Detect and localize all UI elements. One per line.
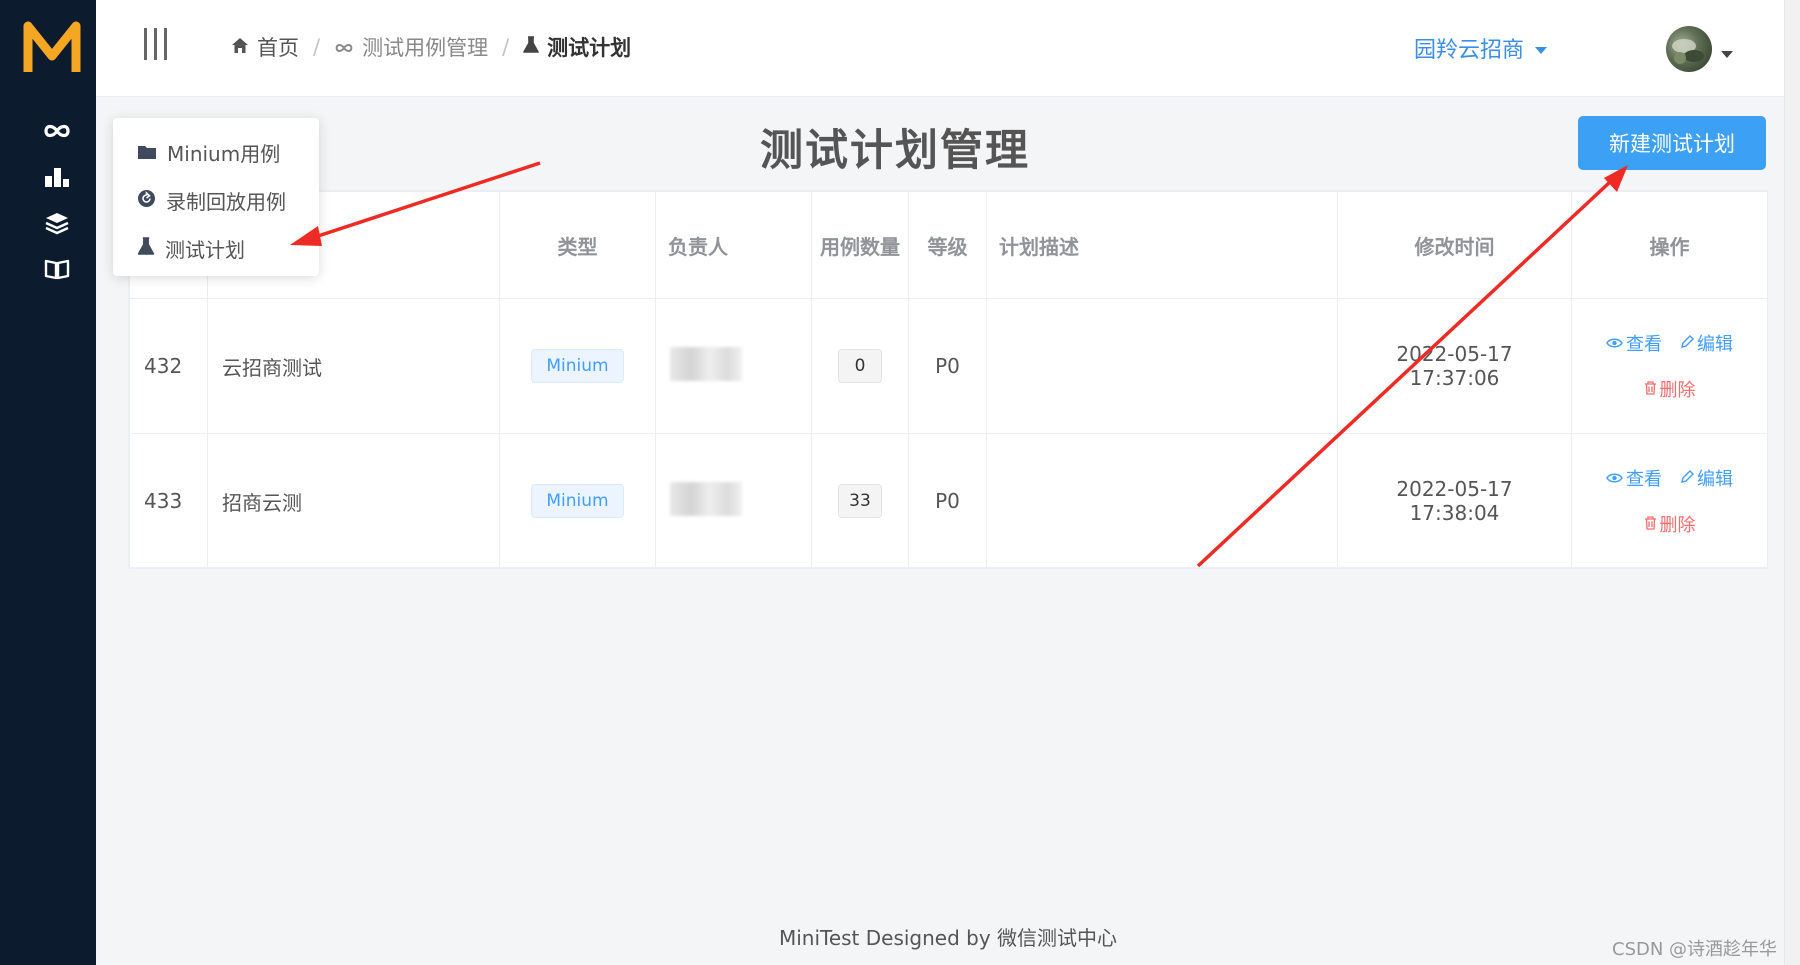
cell-modified: 2022-05-17 17:37:06: [1337, 298, 1572, 434]
sidebar-item-layers[interactable]: [40, 210, 74, 240]
new-test-plan-button[interactable]: 新建测试计划: [1578, 116, 1766, 170]
page-title: 测试计划管理: [760, 126, 1030, 176]
delete-link[interactable]: 删除: [1644, 511, 1696, 537]
col-level-header: 等级: [908, 191, 987, 299]
breadcrumb-item-case-management[interactable]: 测试用例管理: [334, 32, 488, 62]
cell-name: 招商云测: [207, 433, 500, 569]
book-icon: [44, 258, 70, 284]
cell-id: 432: [129, 298, 208, 434]
trash-icon: [1644, 379, 1657, 400]
owner-redacted: [670, 481, 742, 516]
user-name: 园羚云招商: [1414, 38, 1525, 63]
cell-description: [986, 298, 1338, 434]
breadcrumb-item-home[interactable]: 首页: [231, 32, 299, 62]
sidebar-item-infinity[interactable]: [40, 118, 74, 148]
flask-icon: [137, 236, 155, 261]
caret-down-icon: [1534, 36, 1548, 61]
bar-chart-icon: [44, 166, 70, 192]
infinity-icon: [43, 122, 71, 144]
user-dropdown[interactable]: 园羚云招商: [1414, 32, 1548, 64]
footer: MiniTest Designed by 微信测试中心: [778, 926, 1118, 950]
breadcrumb-separator: /: [313, 35, 321, 59]
cell-id: 433: [129, 433, 208, 569]
table-row: 433 招商云测 Minium 33 P0 2022-05-17 17:38:0…: [129, 433, 1768, 569]
breadcrumb: 首页 / 测试用例管理 / 测试计划: [231, 32, 631, 62]
col-count-header: 用例数量: [811, 191, 909, 299]
table-row: 432 云招商测试 Minium 0 P0 2022-05-17 17:37:0…: [129, 298, 1768, 434]
col-modified-header: 修改时间: [1337, 191, 1572, 299]
avatar[interactable]: [1666, 26, 1712, 72]
cell-level: P0: [908, 433, 987, 569]
eye-icon: [1606, 333, 1623, 354]
home-icon: [231, 35, 249, 59]
edit-link[interactable]: 编辑: [1680, 330, 1733, 356]
eye-icon: [1606, 468, 1623, 489]
case-count-tag: 0: [838, 349, 882, 383]
view-link[interactable]: 查看: [1606, 465, 1662, 491]
edit-link[interactable]: 编辑: [1680, 465, 1733, 491]
pencil-icon: [1680, 333, 1694, 354]
sidebar-item-book[interactable]: [40, 256, 74, 286]
sidebar: [0, 0, 96, 965]
cell-description: [986, 433, 1338, 569]
cell-modified: 2022-05-17 17:38:04: [1337, 433, 1572, 569]
trash-icon: [1644, 514, 1657, 535]
breadcrumb-item-test-plan: 测试计划: [523, 32, 631, 62]
sidebar-item-chart[interactable]: [40, 164, 74, 194]
watermark: CSDN @诗酒趁年华: [1612, 939, 1778, 960]
case-count-tag: 33: [838, 484, 882, 518]
menu-item-replay[interactable]: 录制回放用例: [137, 186, 286, 215]
type-tag: Minium: [531, 349, 624, 383]
folder-icon: [137, 141, 157, 165]
table-header-row: 类型 负责人 用例数量 等级 计划描述 修改时间 操作: [129, 191, 1768, 299]
case-type-menu: Minium用例 录制回放用例 测试计划: [113, 118, 319, 276]
delete-link[interactable]: 删除: [1644, 376, 1696, 402]
breadcrumb-separator: /: [502, 35, 510, 59]
caret-down-icon[interactable]: [1720, 44, 1734, 63]
replay-icon: [137, 189, 156, 213]
logo[interactable]: [20, 16, 84, 80]
col-description-header: 计划描述: [986, 191, 1338, 299]
infinity-icon: [334, 35, 354, 59]
menu-toggle-button[interactable]: [144, 28, 167, 60]
layers-icon: [44, 211, 70, 239]
type-tag: Minium: [531, 484, 624, 518]
col-actions-header: 操作: [1571, 191, 1768, 299]
cell-level: P0: [908, 298, 987, 434]
cell-name: 云招商测试: [207, 298, 500, 434]
menu-item-minium[interactable]: Minium用例: [137, 138, 280, 167]
menu-item-test-plan[interactable]: 测试计划: [137, 234, 245, 263]
flask-icon: [523, 35, 539, 59]
scrollbar[interactable]: [1784, 0, 1800, 965]
owner-redacted: [670, 346, 742, 381]
col-owner-header: 负责人: [655, 191, 812, 299]
test-plan-table: 类型 负责人 用例数量 等级 计划描述 修改时间 操作 432 云招商测试 Mi…: [128, 190, 1768, 569]
pencil-icon: [1680, 468, 1694, 489]
view-link[interactable]: 查看: [1606, 330, 1662, 356]
col-type-header: 类型: [499, 191, 656, 299]
